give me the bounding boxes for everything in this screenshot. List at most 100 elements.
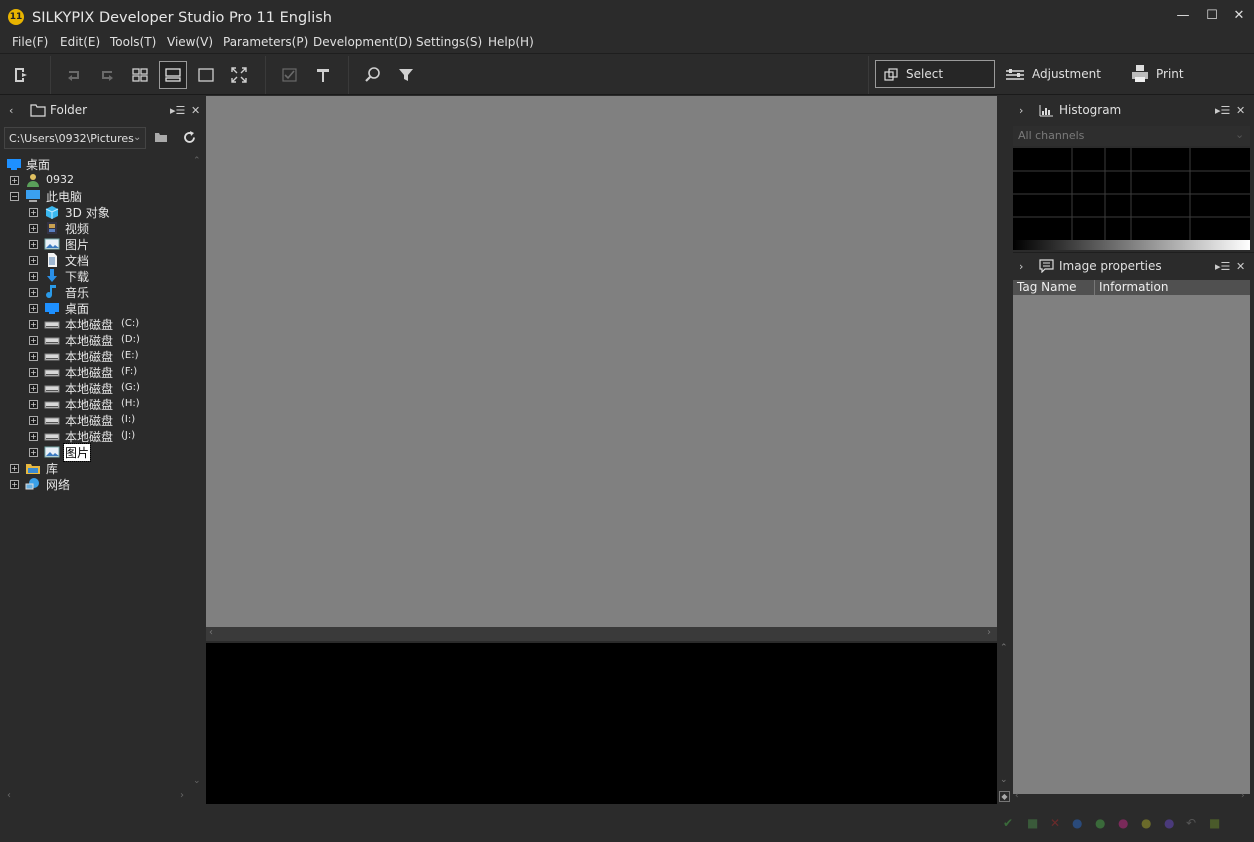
tree-item-pictures[interactable]: + 图片 xyxy=(2,236,202,252)
print-mode-button[interactable]: Print xyxy=(1156,67,1184,81)
tree-item-drive-j[interactable]: + 本地磁盘 (J:) xyxy=(2,428,202,444)
green-tag-icon[interactable]: ● xyxy=(1095,816,1105,830)
thumbnail-size-icon[interactable]: ◆ xyxy=(999,791,1010,802)
undo-icon[interactable]: ↶ xyxy=(1186,816,1196,830)
redo-icon[interactable] xyxy=(93,61,121,89)
expand-toggle[interactable]: + xyxy=(29,256,38,265)
expand-toggle[interactable]: + xyxy=(10,480,19,489)
collapse-toggle[interactable]: − xyxy=(10,192,19,201)
expand-toggle[interactable]: + xyxy=(29,432,38,441)
preview-area[interactable] xyxy=(206,96,997,627)
scroll-down-icon[interactable]: ⌄ xyxy=(1000,775,1008,785)
collapse-left-icon[interactable]: ‹ xyxy=(9,104,13,117)
expand-toggle[interactable]: + xyxy=(29,416,38,425)
close-panel-icon[interactable]: ✕ xyxy=(1236,260,1245,273)
blue-tag-icon[interactable]: ● xyxy=(1072,816,1082,830)
expand-toggle[interactable]: + xyxy=(29,240,38,249)
folder-tag-icon[interactable]: ■ xyxy=(1209,816,1220,830)
tree-item-network[interactable]: + 网络 xyxy=(2,476,202,492)
export-icon[interactable] xyxy=(8,61,36,89)
panel-menu-icon[interactable]: ▸☰ xyxy=(1215,260,1230,273)
close-panel-icon[interactable]: ✕ xyxy=(1236,104,1245,117)
expand-toggle[interactable]: + xyxy=(10,176,19,185)
menu-parameters[interactable]: Parameters(P) xyxy=(223,35,308,49)
single-view-icon[interactable] xyxy=(192,61,220,89)
minimize-button[interactable]: — xyxy=(1171,6,1195,26)
tree-item-drive-i[interactable]: + 本地磁盘 (I:) xyxy=(2,412,202,428)
expand-toggle[interactable]: + xyxy=(29,224,38,233)
menu-tools[interactable]: Tools(T) xyxy=(110,35,156,49)
scroll-left-icon[interactable]: ‹ xyxy=(209,627,213,638)
expand-toggle[interactable]: + xyxy=(29,208,38,217)
column-header-tag-name[interactable]: Tag Name xyxy=(1013,280,1095,295)
yellow-tag-icon[interactable]: ● xyxy=(1141,816,1151,830)
keep-icon[interactable]: ■ xyxy=(1027,816,1038,830)
expand-toggle[interactable]: + xyxy=(10,464,19,473)
tree-item-music[interactable]: + 音乐 xyxy=(2,284,202,300)
maximize-button[interactable]: ☐ xyxy=(1200,6,1224,26)
folder-browse-icon[interactable] xyxy=(154,130,168,144)
purple-tag-icon[interactable]: ● xyxy=(1164,816,1174,830)
scroll-down-icon[interactable]: ⌄ xyxy=(193,776,201,786)
column-header-information[interactable]: Information xyxy=(1095,280,1250,295)
undo-icon[interactable] xyxy=(60,61,88,89)
thumbnail-vertical-scrollbar[interactable]: ⌃ ⌄ ◆ xyxy=(997,643,1012,804)
select-mode-button[interactable]: Select xyxy=(875,60,995,88)
tree-item-drive-f[interactable]: + 本地磁盘 (F:) xyxy=(2,364,202,380)
tree-item-library[interactable]: + 库 xyxy=(2,460,202,476)
scroll-up-icon[interactable]: ⌃ xyxy=(1000,643,1008,653)
tree-item-videos[interactable]: + 视频 xyxy=(2,220,202,236)
menu-development[interactable]: Development(D) xyxy=(313,35,412,49)
pink-tag-icon[interactable]: ● xyxy=(1118,816,1128,830)
check-mark-icon[interactable]: ✔ xyxy=(1003,816,1013,830)
tree-item-user[interactable]: + 0932 xyxy=(2,172,202,188)
channel-select[interactable]: All channels ⌄ xyxy=(1013,126,1250,146)
tree-item-drive-c[interactable]: + 本地磁盘 (C:) xyxy=(2,316,202,332)
adjustment-mode-button[interactable]: Adjustment xyxy=(1032,67,1101,81)
hammer-icon[interactable] xyxy=(309,61,337,89)
close-button[interactable]: ✕ xyxy=(1227,6,1251,26)
scroll-right-icon[interactable]: › xyxy=(1241,791,1245,801)
expand-toggle[interactable]: + xyxy=(29,352,38,361)
expand-toggle[interactable]: + xyxy=(29,448,38,457)
menu-view[interactable]: View(V) xyxy=(167,35,213,49)
menu-edit[interactable]: Edit(E) xyxy=(60,35,100,49)
expand-panel-icon[interactable]: › xyxy=(1019,260,1023,273)
search-zoom-icon[interactable] xyxy=(359,61,387,89)
preview-vertical-scrollbar[interactable] xyxy=(997,96,1012,627)
scroll-right-icon[interactable]: › xyxy=(987,627,991,638)
scroll-left-icon[interactable]: ‹ xyxy=(1015,791,1019,801)
tree-item-desktop[interactable]: 桌面 xyxy=(2,156,202,172)
refresh-icon[interactable] xyxy=(182,130,197,145)
properties-horizontal-scrollbar[interactable]: ‹ › xyxy=(1013,791,1250,804)
panel-menu-icon[interactable]: ▸☰ xyxy=(1215,104,1230,117)
preview-horizontal-scrollbar[interactable]: ‹ › xyxy=(206,627,997,641)
expand-toggle[interactable]: + xyxy=(29,288,38,297)
expand-toggle[interactable]: + xyxy=(29,368,38,377)
thumbnail-strip[interactable] xyxy=(206,643,997,804)
reject-icon[interactable]: ✕ xyxy=(1050,816,1060,830)
tree-item-pictures-selected[interactable]: + 图片 xyxy=(2,443,202,462)
menu-file[interactable]: File(F) xyxy=(12,35,48,49)
expand-toggle[interactable]: + xyxy=(29,272,38,281)
check-icon[interactable] xyxy=(276,61,304,89)
expand-toggle[interactable]: + xyxy=(29,384,38,393)
tree-item-drive-e[interactable]: + 本地磁盘 (E:) xyxy=(2,348,202,364)
filter-icon[interactable] xyxy=(392,61,420,89)
expand-toggle[interactable]: + xyxy=(29,304,38,313)
expand-toggle[interactable]: + xyxy=(29,336,38,345)
expand-toggle[interactable]: + xyxy=(29,400,38,409)
tree-item-downloads[interactable]: + 下载 xyxy=(2,268,202,284)
fullscreen-icon[interactable] xyxy=(225,61,253,89)
tree-item-drive-h[interactable]: + 本地磁盘 (H:) xyxy=(2,396,202,412)
scroll-up-icon[interactable]: ⌃ xyxy=(193,156,201,166)
scroll-left-icon[interactable]: ‹ xyxy=(7,790,11,801)
tree-item-this-pc[interactable]: − 此电脑 xyxy=(2,188,202,204)
expand-panel-icon[interactable]: › xyxy=(1019,104,1023,117)
tree-item-drive-d[interactable]: + 本地磁盘 (D:) xyxy=(2,332,202,348)
grid-view-icon[interactable] xyxy=(126,61,154,89)
panel-menu-icon[interactable]: ▸☰ xyxy=(170,104,185,117)
expand-toggle[interactable]: + xyxy=(29,320,38,329)
tree-item-documents[interactable]: + 文档 xyxy=(2,252,202,268)
menu-settings[interactable]: Settings(S) xyxy=(416,35,482,49)
